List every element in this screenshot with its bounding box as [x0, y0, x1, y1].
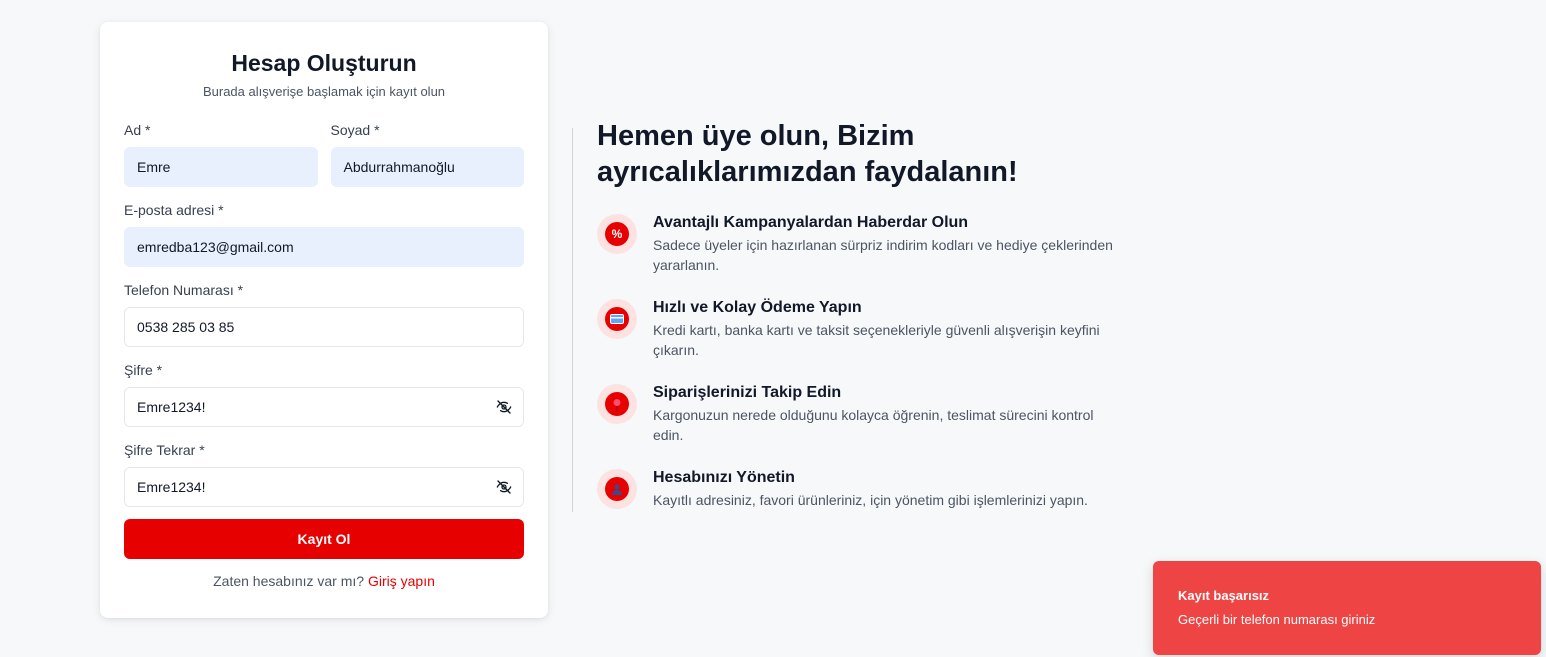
- benefit-description: Kredi kartı, banka kartı ve taksit seçen…: [653, 322, 1100, 358]
- benefit-description: Kayıtlı adresiniz, favori ürünleriniz, i…: [653, 492, 1088, 508]
- password-confirm-value: Emre1234!: [137, 479, 206, 495]
- benefit-item: Siparişlerinizi Takip Edin Kargonuzun ne…: [597, 384, 1117, 445]
- benefit-text: Siparişlerinizi Takip Edin Kargonuzun ne…: [653, 384, 1113, 445]
- credit-card-icon: [605, 307, 629, 331]
- password-input[interactable]: Emre1234!: [124, 387, 524, 427]
- register-card: Hesap Oluşturun Burada alışverişe başlam…: [100, 22, 548, 618]
- phone-group: Telefon Numarası * 0538 285 03 85: [124, 282, 524, 347]
- toast-title: Kayıt başarısız: [1178, 588, 1270, 603]
- first-name-input[interactable]: Emre: [124, 147, 318, 187]
- benefit-icon-circle: [597, 299, 637, 339]
- login-prompt-line: Zaten hesabınız var mı? Giriş yapın: [124, 573, 524, 589]
- first-name-label: Ad *: [124, 122, 151, 138]
- benefit-text: Avantajlı Kampanyalardan Haberdar Olun S…: [653, 214, 1113, 275]
- form-title: Hesap Oluşturun: [231, 50, 417, 76]
- benefit-icon-circle: %: [597, 214, 637, 254]
- benefit-title: Siparişlerinizi Takip Edin: [653, 384, 842, 401]
- benefit-text: Hesabınızı Yönetin Kayıtlı adresiniz, fa…: [653, 469, 1113, 510]
- register-button[interactable]: Kayıt Ol: [124, 519, 524, 559]
- email-group: E-posta adresi * emredba123@gmail.com: [124, 202, 524, 267]
- toast-message: Geçerli bir telefon numarası giriniz: [1178, 612, 1376, 627]
- benefit-title: Hesabınızı Yönetin: [653, 469, 795, 486]
- benefit-title: Hızlı ve Kolay Ödeme Yapın: [653, 299, 862, 316]
- last-name-input[interactable]: Abdurrahmanoğlu: [330, 147, 524, 187]
- last-name-group: Soyad * Abdurrahmanoğlu: [330, 122, 524, 187]
- email-label: E-posta adresi *: [124, 202, 224, 218]
- user-icon: [605, 477, 629, 501]
- location-pin-icon: [605, 392, 629, 416]
- password-confirm-input[interactable]: Emre1234!: [124, 467, 524, 507]
- vertical-divider: [572, 128, 573, 512]
- benefit-item: % Avantajlı Kampanyalardan Haberdar Olun…: [597, 214, 1117, 275]
- benefit-icon-circle: [597, 384, 637, 424]
- phone-input[interactable]: 0538 285 03 85: [124, 307, 524, 347]
- benefits-title: Hemen üye olun, Bizim ayrıcalıklarımızda…: [597, 120, 1018, 188]
- benefits-section: Hemen üye olun, Bizim ayrıcalıklarımızda…: [597, 118, 1117, 510]
- phone-label: Telefon Numarası *: [124, 282, 244, 298]
- email-input[interactable]: emredba123@gmail.com: [124, 227, 524, 267]
- eye-off-icon[interactable]: [495, 478, 513, 496]
- benefit-icon-circle: [597, 469, 637, 509]
- login-prompt: Zaten hesabınız var mı?: [213, 573, 365, 589]
- benefit-item: Hesabınızı Yönetin Kayıtlı adresiniz, fa…: [597, 469, 1117, 510]
- password-label: Şifre *: [124, 362, 163, 378]
- login-link[interactable]: Giriş yapın: [368, 573, 435, 589]
- password-group: Şifre * Emre1234!: [124, 362, 524, 427]
- register-page: Hesap Oluşturun Burada alışverişe başlam…: [0, 0, 1546, 657]
- password-confirm-group: Şifre Tekrar * Emre1234!: [124, 442, 524, 507]
- last-name-label: Soyad *: [330, 122, 380, 138]
- benefit-title: Avantajlı Kampanyalardan Haberdar Olun: [653, 214, 969, 231]
- percent-icon: %: [605, 222, 629, 246]
- benefit-description: Kargonuzun nerede olduğunu kolayca öğren…: [653, 407, 1094, 443]
- benefit-text: Hızlı ve Kolay Ödeme Yapın Kredi kartı, …: [653, 299, 1113, 360]
- password-value: Emre1234!: [137, 399, 206, 415]
- eye-off-icon[interactable]: [495, 398, 513, 416]
- form-subtitle: Burada alışverişe başlamak için kayıt ol…: [202, 84, 446, 99]
- password-confirm-label: Şifre Tekrar *: [124, 442, 205, 458]
- error-toast[interactable]: Kayıt başarısız Geçerli bir telefon numa…: [1153, 561, 1541, 655]
- benefit-description: Sadece üyeler için hazırlanan sürpriz in…: [653, 237, 1113, 273]
- first-name-group: Ad * Emre: [124, 122, 318, 187]
- benefit-item: Hızlı ve Kolay Ödeme Yapın Kredi kartı, …: [597, 299, 1117, 360]
- name-row: Ad * Emre Soyad * Abdurrahmanoğlu: [124, 122, 524, 187]
